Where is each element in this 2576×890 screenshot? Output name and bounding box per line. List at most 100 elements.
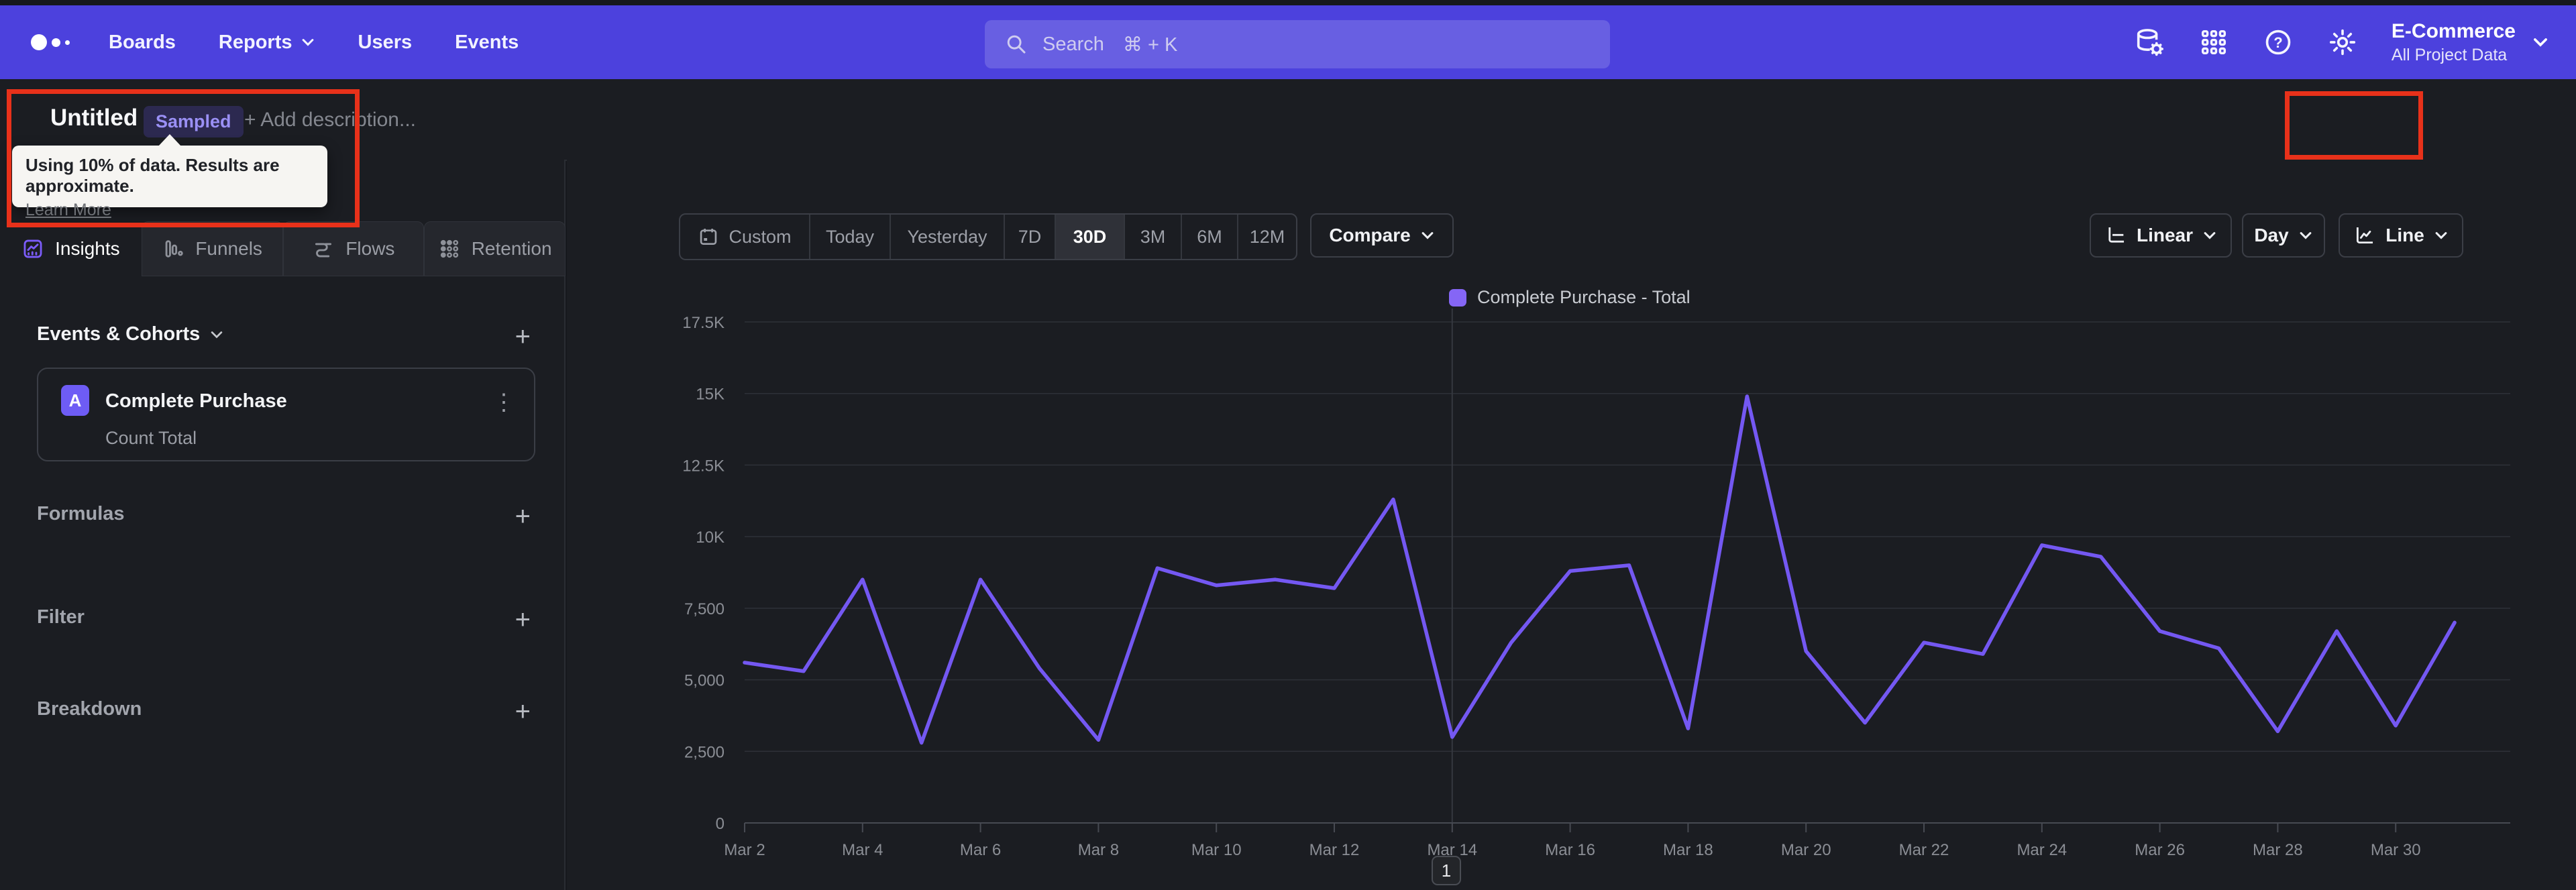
date-range-control: Custom Today Yesterday 7D 30D 3M 6M 12M: [679, 213, 1297, 260]
range-label: Custom: [729, 226, 792, 247]
event-metric[interactable]: Count Total: [105, 428, 197, 449]
range-label: Yesterday: [907, 226, 987, 247]
compare-label: Compare: [1329, 225, 1411, 245]
range-label: 6M: [1197, 226, 1222, 247]
legend-swatch: [1449, 288, 1466, 307]
nav-link-reports[interactable]: Reports: [219, 32, 315, 54]
compare-button[interactable]: Compare: [1310, 213, 1454, 258]
page-title[interactable]: Untitled: [50, 105, 138, 131]
range-3m[interactable]: 3M: [1124, 215, 1181, 259]
y-tick-label: 10K: [696, 529, 724, 547]
search-icon: [1005, 33, 1028, 56]
x-tick-label: Mar 18: [1663, 841, 1713, 859]
chevron-down-icon: [2298, 228, 2313, 243]
nav-link-label: Reports: [218, 31, 292, 53]
project-selector[interactable]: E-Commerce All Project Data: [2392, 20, 2516, 65]
search-input[interactable]: Search ⌘ + K: [985, 20, 1610, 68]
tab-funnels[interactable]: Funnels: [141, 221, 283, 276]
range-yesterday[interactable]: Yesterday: [890, 215, 1004, 259]
y-tick-label: 17.5K: [682, 314, 724, 332]
linear-scale-icon: [2104, 224, 2127, 247]
x-tick-label: Mar 22: [1899, 841, 1949, 859]
search-placeholder: Search: [1042, 33, 1104, 55]
events-cohorts-label: Events & Cohorts: [37, 323, 201, 345]
x-tick-label: Mar 12: [1309, 841, 1360, 859]
x-axis: Mar 2 Mar 4 Mar 6 Mar 8 Mar 10 Mar 12 Mar 14 Ma…: [724, 822, 2510, 859]
range-label: 12M: [1249, 226, 1285, 247]
logo-dot-small: [65, 40, 70, 45]
line-chart-icon: [2353, 224, 2376, 247]
range-7d[interactable]: 7D: [1004, 215, 1055, 259]
events-cohorts-header[interactable]: Events & Cohorts: [37, 323, 224, 345]
y-tick-label: 15K: [696, 386, 724, 404]
y-tick-label: 2,500: [684, 743, 724, 761]
section-breakdown: Breakdown: [37, 698, 142, 720]
help-icon[interactable]: ?: [2263, 27, 2294, 58]
range-6m[interactable]: 6M: [1181, 215, 1237, 259]
calendar-icon: [698, 226, 719, 247]
query-sidebar: Insights Funnels Flows Retention Events & C…: [0, 160, 566, 890]
sampling-tooltip: Using 10% of data. Results are approxima…: [12, 134, 327, 219]
granularity-label: Day: [2254, 225, 2289, 245]
scale-dropdown[interactable]: Linear: [2090, 213, 2232, 258]
range-label: 3M: [1140, 226, 1166, 247]
add-formulas-button[interactable]: +: [515, 503, 531, 530]
range-30d[interactable]: 30D: [1055, 215, 1124, 259]
tab-insights[interactable]: Insights: [0, 221, 142, 276]
funnels-icon: [162, 237, 184, 260]
x-tick-label: Mar 6: [960, 841, 1001, 859]
x-tick-label: Mar 10: [1191, 841, 1242, 859]
nav-link-boards[interactable]: Boards: [109, 32, 176, 54]
add-filter-button[interactable]: +: [515, 606, 531, 633]
tab-retention[interactable]: Retention: [424, 221, 566, 276]
nav-link-label: Users: [358, 31, 413, 53]
x-tick-label: Mar 2: [724, 841, 765, 859]
page-number-badge[interactable]: 1: [1432, 856, 1461, 885]
tab-flows[interactable]: Flows: [282, 221, 425, 276]
event-menu-button[interactable]: ⋮: [492, 389, 515, 416]
data-management-icon[interactable]: [2134, 27, 2165, 58]
chart-type-dropdown[interactable]: Line: [2339, 213, 2463, 258]
chevron-down-icon: [2532, 34, 2549, 51]
x-tick-label: Mar 28: [2253, 841, 2303, 859]
x-tick-label: Mar 20: [1781, 841, 1831, 859]
event-letter-badge: A: [61, 385, 89, 416]
add-event-button[interactable]: +: [515, 323, 531, 350]
nav-link-label: Boards: [109, 31, 176, 53]
retention-icon: [438, 237, 461, 260]
chevron-down-icon: [209, 327, 224, 342]
add-description-button[interactable]: + Add description...: [244, 109, 416, 131]
chart-panel: Custom Today Yesterday 7D 30D 3M 6M 12M Compare…: [567, 160, 2576, 890]
sampled-badge[interactable]: Sampled: [144, 106, 244, 137]
chevron-down-icon: [2202, 228, 2217, 243]
nav-right-cluster: ? E-Commerce All Project Data: [2134, 5, 2576, 79]
nav-link-label: Events: [455, 31, 519, 53]
learn-more-link[interactable]: Learn More: [25, 201, 111, 220]
nav-link-users[interactable]: Users: [358, 32, 413, 54]
report-header-bar: Untitled Sampled + Add description... ••…: [0, 79, 2576, 221]
range-label: 7D: [1018, 226, 1042, 247]
x-tick-label: Mar 8: [1078, 841, 1119, 859]
event-card[interactable]: A Complete Purchase ⋮ Count Total: [37, 368, 535, 461]
mixpanel-logo-icon[interactable]: [31, 34, 70, 50]
add-breakdown-button[interactable]: +: [515, 698, 531, 725]
chevron-down-icon: [1420, 228, 1435, 243]
chevron-down-icon: [2434, 228, 2449, 243]
tab-label: Flows: [345, 238, 395, 259]
y-tick-label: 7,500: [684, 600, 724, 618]
range-12m[interactable]: 12M: [1237, 215, 1296, 259]
range-custom[interactable]: Custom: [680, 215, 809, 259]
apps-grid-icon[interactable]: [2198, 27, 2229, 58]
project-name: E-Commerce: [2391, 19, 2516, 42]
range-label: Today: [825, 226, 875, 247]
insights-line-chart: 0 2,500 5,000 7,500 10K 12.5K 15K 17.5K Mar 2 Mar…: [682, 309, 2510, 859]
section-formulas: Formulas: [37, 503, 125, 524]
range-today[interactable]: Today: [809, 215, 890, 259]
nav-link-events[interactable]: Events: [455, 32, 519, 54]
range-label: 30D: [1073, 226, 1107, 247]
search-shortcut: ⌘ + K: [1122, 34, 1178, 56]
granularity-dropdown[interactable]: Day: [2242, 213, 2325, 258]
y-tick-label: 5,000: [684, 672, 724, 690]
settings-gear-icon[interactable]: [2327, 27, 2358, 58]
y-axis: 0 2,500 5,000 7,500 10K 12.5K 15K 17.5K: [682, 314, 2510, 833]
